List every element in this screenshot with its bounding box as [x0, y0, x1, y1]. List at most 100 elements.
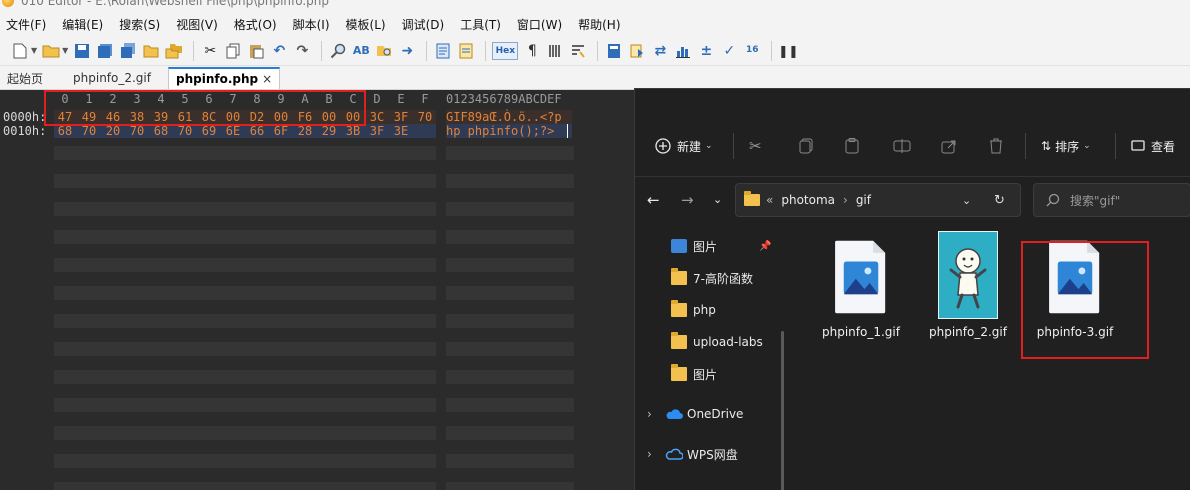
- address-dropdown-icon[interactable]: ⌄: [962, 194, 971, 207]
- expand-chevron-icon[interactable]: ›: [647, 407, 652, 421]
- tab-phpinfo-2-gif[interactable]: phpinfo_2.gif: [66, 67, 158, 89]
- hex-byte[interactable]: 3E: [390, 124, 412, 138]
- redo-icon[interactable]: ↷: [292, 41, 312, 61]
- cut-icon[interactable]: ✂: [749, 135, 762, 157]
- menu-debug[interactable]: 调试(D): [402, 16, 445, 33]
- hex-byte[interactable]: 70: [174, 124, 196, 138]
- new-file-icon[interactable]: [10, 41, 30, 61]
- hex-byte[interactable]: 70: [414, 110, 436, 124]
- tab-start-page[interactable]: 起始页: [0, 67, 50, 89]
- save-as-icon[interactable]: [95, 41, 115, 61]
- find-icon[interactable]: [328, 41, 348, 61]
- file-tile-phpinfo-2[interactable]: phpinfo_2.gif: [918, 229, 1018, 349]
- hex-row[interactable]: 68 70 20 70 68 70 69 6E 66 6F 28 29 3B 3F 3E: [0, 124, 440, 138]
- hex-byte[interactable]: 6F: [270, 124, 292, 138]
- nav-item-onedrive[interactable]: OneDrive: [665, 403, 743, 425]
- paragraph-icon[interactable]: ¶: [522, 41, 542, 61]
- rename-icon[interactable]: [893, 135, 911, 157]
- expand-chevron-icon[interactable]: ›: [647, 447, 652, 461]
- cut-icon[interactable]: ✂: [200, 41, 220, 61]
- nav-item-php[interactable]: php: [671, 299, 716, 321]
- share-icon[interactable]: [941, 135, 957, 157]
- calculator-icon[interactable]: [604, 41, 624, 61]
- hex-byte[interactable]: 20: [102, 124, 124, 138]
- hex-byte[interactable]: 3F: [390, 110, 412, 124]
- inspector-icon[interactable]: [627, 41, 647, 61]
- nav-item-pictures-pinned[interactable]: 图片 📌: [671, 235, 771, 257]
- pause-icon[interactable]: ❚❚: [778, 41, 798, 61]
- breadcrumb-photoma[interactable]: photoma: [781, 193, 835, 207]
- menu-window[interactable]: 窗口(W): [517, 16, 562, 33]
- view-button[interactable]: 查看: [1131, 135, 1175, 157]
- histogram-icon[interactable]: [673, 41, 693, 61]
- file-tile-phpinfo-1[interactable]: phpinfo_1.gif: [811, 229, 911, 349]
- refresh-icon[interactable]: ↻: [994, 193, 1005, 208]
- replace-icon[interactable]: AB: [351, 41, 371, 61]
- menu-format[interactable]: 格式(O): [234, 16, 277, 33]
- delete-icon[interactable]: [989, 135, 1003, 157]
- swap-icon[interactable]: ⇄: [650, 41, 670, 61]
- hex-byte[interactable]: 3C: [366, 110, 388, 124]
- menu-search[interactable]: 搜索(S): [119, 16, 160, 33]
- save-all-icon[interactable]: [118, 41, 138, 61]
- highlight-icon[interactable]: [456, 41, 476, 61]
- hex-byte[interactable]: 6E: [222, 124, 244, 138]
- menu-view[interactable]: 视图(V): [176, 16, 218, 33]
- menu-tools[interactable]: 工具(T): [460, 16, 501, 33]
- address-input[interactable]: « photoma › gif ⌄ ↻: [735, 183, 1021, 217]
- pin-icon[interactable]: 📌: [759, 241, 771, 252]
- hex-byte[interactable]: 70: [126, 124, 148, 138]
- breadcrumb-gif[interactable]: gif: [856, 193, 871, 207]
- search-input[interactable]: 搜索"gif": [1033, 183, 1190, 217]
- sort-button[interactable]: ⇅ 排序 ⌄: [1041, 135, 1091, 157]
- menu-edit[interactable]: 编辑(E): [62, 16, 103, 33]
- undo-icon[interactable]: ↶: [269, 41, 289, 61]
- menu-scripts[interactable]: 脚本(I): [293, 16, 330, 33]
- nav-item-pictures-folder[interactable]: 图片: [671, 363, 717, 385]
- folder-icon[interactable]: [141, 41, 161, 61]
- forward-arrow-icon[interactable]: →: [681, 191, 694, 209]
- recent-chevron-icon[interactable]: ⌄: [713, 193, 722, 206]
- save-icon[interactable]: [72, 41, 92, 61]
- nav-item-wps-cloud[interactable]: WPS网盘: [665, 443, 738, 465]
- nav-item-higher-order-functions[interactable]: 7-高阶函数: [671, 267, 753, 289]
- hex-byte[interactable]: 28: [294, 124, 316, 138]
- copy-icon[interactable]: [799, 135, 813, 157]
- hex-byte[interactable]: 68: [150, 124, 172, 138]
- back-arrow-icon[interactable]: ←: [647, 191, 660, 209]
- goto-arrow-icon[interactable]: ➜: [397, 41, 417, 61]
- folders-icon[interactable]: [164, 41, 184, 61]
- menu-file[interactable]: 文件(F): [6, 16, 46, 33]
- tab-close-icon[interactable]: ×: [262, 72, 272, 86]
- paste-icon[interactable]: [246, 41, 266, 61]
- hex-byte[interactable]: 70: [78, 124, 100, 138]
- hex-byte[interactable]: 66: [246, 124, 268, 138]
- checksum-icon[interactable]: ±: [696, 41, 716, 61]
- menu-templates[interactable]: 模板(L): [346, 16, 386, 33]
- chevron-down-icon[interactable]: ▼: [62, 46, 68, 55]
- hex-byte[interactable]: 69: [198, 124, 220, 138]
- paste-icon[interactable]: [845, 135, 859, 157]
- compare-icon[interactable]: ✓: [719, 41, 739, 61]
- tab-phpinfo-php[interactable]: phpinfo.php ×: [168, 67, 281, 89]
- copy-icon[interactable]: [223, 41, 243, 61]
- hex-byte[interactable]: 29: [318, 124, 340, 138]
- new-button[interactable]: 新建 ⌄: [655, 135, 713, 157]
- word-wrap-icon[interactable]: [568, 41, 588, 61]
- ascii-row[interactable]: hp phpinfo();?>: [446, 124, 554, 138]
- hex-editor[interactable]: 0123456789ABCDEF 0123456789ABCDEF 0000h:…: [0, 90, 634, 490]
- hex-byte[interactable]: 3F: [366, 124, 388, 138]
- address-overflow[interactable]: «: [766, 193, 773, 207]
- nav-item-upload-labs[interactable]: upload-labs: [671, 331, 763, 353]
- hex-byte[interactable]: 68: [54, 124, 76, 138]
- nav-scrollbar[interactable]: [781, 331, 784, 490]
- base-convert-icon[interactable]: 16: [742, 41, 762, 61]
- menu-help[interactable]: 帮助(H): [578, 16, 620, 33]
- hex-mode-button[interactable]: Hex: [492, 41, 519, 60]
- hex-byte[interactable]: 3B: [342, 124, 364, 138]
- ascii-row[interactable]: GIF89aŒ.Ò.ö..<?p: [446, 110, 562, 124]
- open-folder-icon[interactable]: [41, 41, 61, 61]
- find-in-files-icon[interactable]: [374, 41, 394, 61]
- columns-icon[interactable]: [545, 41, 565, 61]
- bookmark-icon[interactable]: [433, 41, 453, 61]
